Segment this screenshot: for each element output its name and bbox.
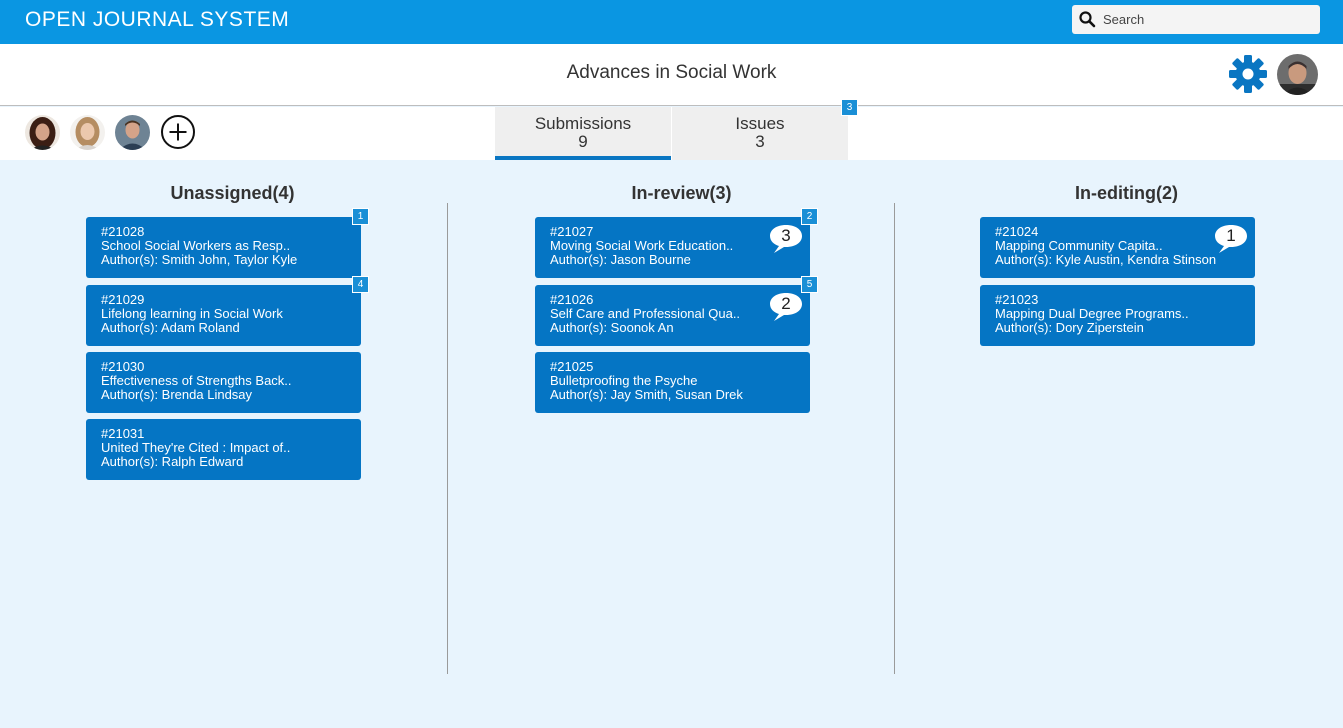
- submission-id: #21030: [101, 359, 145, 374]
- current-user-avatar[interactable]: [1277, 54, 1318, 95]
- submission-authors: Author(s): Jay Smith, Susan Drek: [550, 387, 743, 402]
- submission-card[interactable]: #21028 School Social Workers as Resp.. A…: [86, 217, 361, 278]
- submission-authors: Author(s): Smith John, Taylor Kyle: [101, 252, 298, 267]
- submission-card[interactable]: #21030 Effectiveness of Strengths Back..…: [86, 352, 361, 413]
- submission-title: School Social Workers as Resp..: [101, 238, 291, 253]
- notification-badge: 5: [801, 276, 818, 293]
- comment-count[interactable]: 2: [768, 291, 804, 323]
- submission-card[interactable]: #21029 Lifelong learning in Social Work …: [86, 285, 361, 346]
- top-bar: OPEN JOURNAL SYSTEM: [0, 0, 1343, 44]
- submission-card[interactable]: #21025 Bulletproofing the Psyche Author(…: [535, 352, 810, 413]
- submission-authors: Author(s): Dory Ziperstein: [995, 320, 1144, 335]
- submission-authors: Author(s): Jason Bourne: [550, 252, 691, 267]
- column-title-in-editing: In-editing(2): [1075, 183, 1178, 203]
- tab-count: 3: [755, 132, 765, 151]
- submission-card[interactable]: #21023 Mapping Dual Degree Programs.. Au…: [980, 285, 1255, 346]
- comment-count-label: 2: [781, 294, 791, 313]
- submission-title: Lifelong learning in Social Work: [101, 306, 283, 321]
- journal-header: Advances in Social Work: [0, 44, 1343, 106]
- comment-count-label: 3: [781, 226, 791, 245]
- submission-id: #21023: [995, 292, 1039, 307]
- submission-authors: Author(s): Soonok An: [550, 320, 674, 335]
- submission-title: United They're Cited : Impact of..: [101, 440, 291, 455]
- column-title-in-review: In-review(3): [631, 183, 732, 203]
- submission-card[interactable]: #21031 United They're Cited : Impact of.…: [86, 419, 361, 480]
- team-member-avatar[interactable]: [70, 115, 105, 150]
- app-title: OPEN JOURNAL SYSTEM: [25, 8, 290, 31]
- submission-card[interactable]: #21027 Moving Social Work Education.. Au…: [535, 217, 810, 278]
- gear-icon[interactable]: [1229, 55, 1267, 93]
- submission-id: #21025: [550, 359, 594, 374]
- team-member-avatar[interactable]: [115, 115, 150, 150]
- comment-count[interactable]: 3: [768, 223, 804, 255]
- journal-title: Advances in Social Work: [566, 62, 777, 83]
- submission-title: Mapping Dual Degree Programs..: [995, 306, 1189, 321]
- search-icon[interactable]: [1078, 10, 1096, 28]
- submission-authors: Author(s): Brenda Lindsay: [101, 387, 253, 402]
- sub-bar: Submissions 9 Issues 3 3: [0, 99, 1343, 160]
- notification-badge: 3: [841, 99, 858, 116]
- tab-submissions[interactable]: Submissions 9: [495, 107, 671, 160]
- comment-count-label: 1: [1226, 226, 1236, 245]
- tab-label: Issues: [735, 114, 785, 133]
- tab-label: Submissions: [534, 114, 632, 133]
- plus-circle-icon[interactable]: [160, 114, 196, 150]
- comment-count[interactable]: 1: [1213, 223, 1249, 255]
- submission-title: Effectiveness of Strengths Back..: [101, 373, 292, 388]
- tab-issues[interactable]: Issues 3: [672, 107, 848, 160]
- notification-badge: 1: [352, 208, 369, 225]
- submission-authors: Author(s): Kyle Austin, Kendra Stinson: [995, 252, 1217, 267]
- team-member-avatar[interactable]: [25, 115, 60, 150]
- submission-id: #21031: [101, 426, 145, 441]
- submission-title: Bulletproofing the Psyche: [550, 373, 698, 388]
- submission-card[interactable]: #21024 Mapping Community Capita.. Author…: [980, 217, 1255, 278]
- tab-count: 9: [578, 132, 588, 151]
- submission-id: #21029: [101, 292, 145, 307]
- submission-authors: Author(s): Ralph Edward: [101, 454, 244, 469]
- submission-id: #21028: [101, 224, 145, 239]
- notification-badge: 2: [801, 208, 818, 225]
- search-box[interactable]: [1072, 5, 1320, 34]
- column-divider: [894, 203, 895, 674]
- column-title-unassigned: Unassigned(4): [170, 183, 295, 203]
- notification-badge: 4: [352, 276, 369, 293]
- submission-card[interactable]: #21026 Self Care and Professional Qua.. …: [535, 285, 810, 346]
- search-input[interactable]: [1103, 9, 1313, 30]
- submission-authors: Author(s): Adam Roland: [101, 320, 240, 335]
- column-divider: [447, 203, 448, 674]
